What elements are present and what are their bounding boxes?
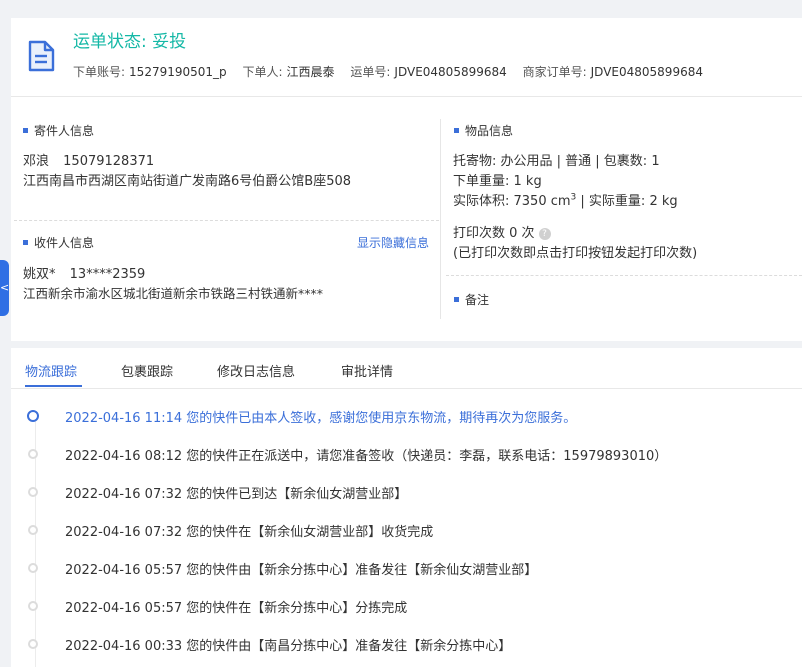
timeline-item: 2022-04-16 05:57 您的快件在【新余分拣中心】分拣完成 bbox=[28, 596, 407, 616]
timeline-dot bbox=[28, 639, 38, 649]
receiver-phone: 13****2359 bbox=[69, 267, 146, 282]
timeline-item: 2022-04-16 00:33 您的快件由【南昌分拣中心】准备发往【新余分拣中… bbox=[28, 634, 511, 654]
account-label: 下单账号: bbox=[73, 65, 126, 79]
goods-line-2: 下单重量: 1 kg bbox=[453, 174, 542, 189]
timeline-text: 2022-04-16 07:32 您的快件已到达【新余仙女湖营业部】 bbox=[65, 487, 408, 502]
timeline-text: 2022-04-16 08:12 您的快件正在派送中，请您准备签收（快递员：李磊… bbox=[65, 449, 668, 464]
account-value: 15279190501_p bbox=[129, 65, 227, 79]
show-hidden-info-link[interactable]: 显示隐藏信息 bbox=[357, 234, 429, 251]
document-icon bbox=[28, 40, 55, 72]
timeline-text: 2022-04-16 00:33 您的快件由【南昌分拣中心】准备发往【新余分拣中… bbox=[65, 639, 512, 654]
sender-section-title: 寄件人信息 bbox=[23, 122, 94, 139]
receiver-section-title: 收件人信息 bbox=[23, 234, 94, 251]
print-count: 打印次数 0 次 bbox=[453, 226, 535, 241]
timeline-text: 2022-04-16 11:14 您的快件已由本人签收，感谢您使用京东物流，期待… bbox=[65, 411, 577, 426]
waybill-status-title: 运单状态: 妥投 bbox=[73, 32, 187, 52]
collapse-handle[interactable]: < bbox=[0, 260, 9, 316]
remark-section-title: 备注 bbox=[454, 291, 489, 308]
timeline-dot bbox=[27, 410, 39, 422]
column-divider bbox=[440, 119, 441, 319]
goods-actual-weight: | 实际重量: 2 kg bbox=[576, 194, 678, 209]
goods-line-3: 实际体积: 7350 cm3 | 实际重量: 2 kg bbox=[453, 190, 678, 209]
timeline-dot bbox=[28, 525, 38, 535]
tab-package-tracking[interactable]: 包裹跟踪 bbox=[121, 361, 173, 380]
goods-line-1: 托寄物: 办公用品 | 普通 | 包裹数: 1 bbox=[453, 154, 660, 169]
receiver-address: 江西新余市渝水区城北街道新余市铁路三村铁通新**** bbox=[23, 286, 324, 301]
sender-contact: 邓浪 15079128371 bbox=[23, 150, 154, 169]
goods-volume: 实际体积: 7350 cm bbox=[453, 194, 571, 209]
timeline-item: 2022-04-16 05:57 您的快件由【新余分拣中心】准备发往【新余仙女湖… bbox=[28, 558, 537, 578]
sender-address: 江西南昌市西湖区南站街道广发南路6号伯爵公馆B座508 bbox=[23, 174, 352, 189]
timeline-dot bbox=[28, 487, 38, 497]
timeline-item: 2022-04-16 07:32 您的快件已到达【新余仙女湖营业部】 bbox=[28, 482, 407, 502]
tab-bar: 物流跟踪 包裹跟踪 修改日志信息 审批详情 bbox=[11, 348, 802, 389]
tab-logistics-tracking[interactable]: 物流跟踪 bbox=[25, 361, 77, 380]
tracking-panel: 物流跟踪 包裹跟踪 修改日志信息 审批详情 2022-04-16 11:14 您… bbox=[11, 348, 802, 667]
timeline-item: 2022-04-16 07:32 您的快件在【新余仙女湖营业部】收货完成 bbox=[28, 520, 433, 540]
print-note: (已打印次数即点击打印按钮发起打印次数) bbox=[453, 246, 698, 261]
merchant-order-value: JDVE04805899684 bbox=[590, 65, 703, 79]
tab-approval-details[interactable]: 审批详情 bbox=[341, 361, 393, 380]
timeline-text: 2022-04-16 05:57 您的快件由【新余分拣中心】准备发往【新余仙女湖… bbox=[65, 563, 538, 578]
timeline-dot bbox=[28, 563, 38, 573]
timeline-text: 2022-04-16 07:32 您的快件在【新余仙女湖营业部】收货完成 bbox=[65, 525, 434, 540]
divider bbox=[14, 220, 439, 221]
timeline-dot bbox=[28, 601, 38, 611]
waybill-meta: 下单账号: 15279190501_p 下单人: 江西晨泰 运单号: JDVE0480… bbox=[73, 63, 715, 80]
orderer-label: 下单人: bbox=[242, 65, 283, 79]
timeline-dot bbox=[28, 449, 38, 459]
goods-section-title: 物品信息 bbox=[454, 122, 513, 139]
timeline-item: 2022-04-16 08:12 您的快件正在派送中，请您准备签收（快递员：李磊… bbox=[28, 444, 667, 464]
waybill-label: 运单号: bbox=[350, 65, 391, 79]
timeline-text: 2022-04-16 05:57 您的快件在【新余分拣中心】分拣完成 bbox=[65, 601, 408, 616]
timeline-item: 2022-04-16 11:14 您的快件已由本人签收，感谢您使用京东物流，期待… bbox=[27, 406, 576, 426]
sender-phone: 15079128371 bbox=[63, 154, 155, 169]
receiver-contact: 姚双* 13****2359 bbox=[23, 263, 145, 282]
help-icon[interactable]: ? bbox=[538, 228, 551, 240]
waybill-value: JDVE04805899684 bbox=[394, 65, 507, 79]
tab-change-log[interactable]: 修改日志信息 bbox=[217, 361, 295, 380]
receiver-name: 姚双* bbox=[23, 267, 56, 282]
orderer-value: 江西晨泰 bbox=[286, 65, 335, 79]
merchant-order-label: 商家订单号: bbox=[522, 65, 587, 79]
sender-name: 邓浪 bbox=[23, 154, 50, 169]
divider bbox=[446, 275, 802, 276]
active-tab-indicator bbox=[25, 385, 82, 387]
info-panel: 寄件人信息 邓浪 15079128371 江西南昌市西湖区南站街道广发南路6号伯… bbox=[11, 97, 802, 341]
print-count-row: 打印次数 0 次? bbox=[453, 222, 551, 241]
waybill-header: 运单状态: 妥投 下单账号: 15279190501_p 下单人: 江西晨泰 运单号… bbox=[11, 18, 802, 97]
